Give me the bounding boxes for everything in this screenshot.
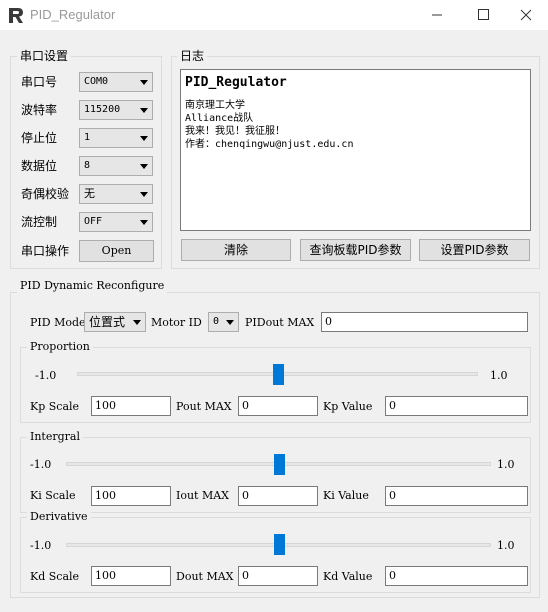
stopbits-label: 停止位 (21, 131, 58, 145)
flow-control-value: OFF (84, 216, 103, 227)
chevron-down-icon (226, 320, 234, 325)
close-button[interactable] (502, 0, 548, 30)
kp-value-label: Kp Value (323, 400, 373, 413)
chevron-down-icon (140, 164, 148, 169)
motor-id-label: Motor ID (151, 316, 202, 329)
pid-reconfigure-title: PID Dynamic Reconfigure (17, 279, 168, 293)
ki-slider-thumb[interactable] (273, 454, 285, 475)
maximize-button[interactable] (460, 0, 506, 30)
stopbits-value: 1 (84, 132, 91, 143)
chevron-down-icon (140, 80, 148, 85)
chevron-down-icon (140, 192, 148, 197)
minimize-icon (432, 14, 442, 16)
kd-slider-thumb[interactable] (273, 534, 285, 555)
ki-value-label: Ki Value (323, 489, 369, 502)
title-bar: PID_Regulator (0, 0, 548, 30)
serial-op-label: 串口操作 (21, 244, 70, 258)
kp-min-label: -1.0 (35, 369, 57, 382)
iout-max-input[interactable]: 0 (238, 486, 318, 506)
ki-scale-input[interactable]: 100 (91, 486, 171, 506)
log-text-area[interactable]: PID_Regulator 南京理工大学 Alliance战队 我来！我见！我征… (180, 69, 531, 231)
chevron-down-icon (140, 220, 148, 225)
port-value: COM0 (84, 76, 109, 87)
kp-scale-input[interactable]: 100 (91, 396, 171, 416)
flow-control-select[interactable]: OFF (79, 212, 153, 232)
ki-value-input[interactable]: 0 (385, 486, 528, 506)
parity-select[interactable]: 无 (79, 184, 153, 204)
pid-out-max-input[interactable]: 0 (321, 312, 528, 332)
proportion-title: Proportion (27, 340, 93, 354)
minimize-button[interactable] (414, 0, 460, 30)
pout-max-label: Pout MAX (176, 400, 232, 413)
kd-value-input[interactable]: 0 (385, 566, 528, 586)
ki-scale-label: Ki Scale (30, 489, 76, 502)
pid-mode-label: PID Mode (30, 316, 86, 329)
derivative-title: Derivative (27, 510, 91, 524)
chevron-down-icon (140, 136, 148, 141)
log-line: Alliance战队 (185, 113, 254, 124)
dout-max-label: Dout MAX (176, 570, 234, 583)
chevron-down-icon (140, 108, 148, 113)
kd-scale-input[interactable]: 100 (91, 566, 171, 586)
kp-max-label: 1.0 (490, 369, 508, 382)
dout-max-input[interactable]: 0 (238, 566, 318, 586)
baud-value: 115200 (84, 104, 121, 115)
port-select[interactable]: COM0 (79, 72, 153, 92)
kp-scale-label: Kp Scale (30, 400, 80, 413)
pid-out-max-label: PIDout MAX (245, 316, 315, 329)
pout-max-input[interactable]: 0 (238, 396, 318, 416)
log-heading: PID_Regulator (185, 75, 287, 90)
parity-label: 奇偶校验 (21, 187, 70, 201)
kp-slider-thumb[interactable] (272, 364, 284, 385)
set-pid-button[interactable]: 设置PID参数 (419, 239, 530, 261)
open-button[interactable]: Open (79, 240, 154, 262)
maximize-icon (478, 9, 489, 20)
log-line: 我来！我见！我征服！ (185, 126, 285, 137)
kp-value-input[interactable]: 0 (385, 396, 528, 416)
iout-max-label: Iout MAX (176, 489, 230, 502)
chevron-down-icon (133, 320, 141, 325)
motor-id-value: 0 (213, 316, 220, 327)
databits-value: 8 (84, 160, 91, 171)
pid-mode-select[interactable]: 位置式 (84, 312, 146, 332)
kd-min-label: -1.0 (30, 539, 52, 552)
integral-title: Intergral (27, 430, 83, 444)
motor-id-select[interactable]: 0 (208, 312, 239, 332)
window-title: PID_Regulator (30, 7, 116, 22)
close-icon (520, 9, 532, 21)
kd-scale-label: Kd Scale (30, 570, 80, 583)
databits-select[interactable]: 8 (79, 156, 153, 176)
ki-min-label: -1.0 (30, 458, 52, 471)
pid-mode-value: 位置式 (89, 315, 126, 329)
app-logo-icon (9, 8, 23, 23)
stopbits-select[interactable]: 1 (79, 128, 153, 148)
log-line: 南京理工大学 (185, 100, 245, 111)
flow-control-label: 流控制 (21, 215, 58, 229)
query-pid-button[interactable]: 查询板载PID参数 (300, 239, 411, 261)
baud-label: 波特率 (21, 103, 58, 117)
parity-value: 无 (84, 187, 95, 200)
kd-value-label: Kd Value (323, 570, 373, 583)
log-line: 作者：chenqingwu@njust.edu.cn (185, 139, 354, 150)
clear-log-button[interactable]: 清除 (181, 239, 291, 261)
baud-select[interactable]: 115200 (79, 100, 153, 120)
ki-max-label: 1.0 (497, 458, 515, 471)
serial-settings-title: 串口设置 (17, 49, 72, 63)
kd-max-label: 1.0 (497, 539, 515, 552)
port-label: 串口号 (21, 75, 58, 89)
databits-label: 数据位 (21, 159, 58, 173)
log-group-title: 日志 (177, 49, 208, 63)
